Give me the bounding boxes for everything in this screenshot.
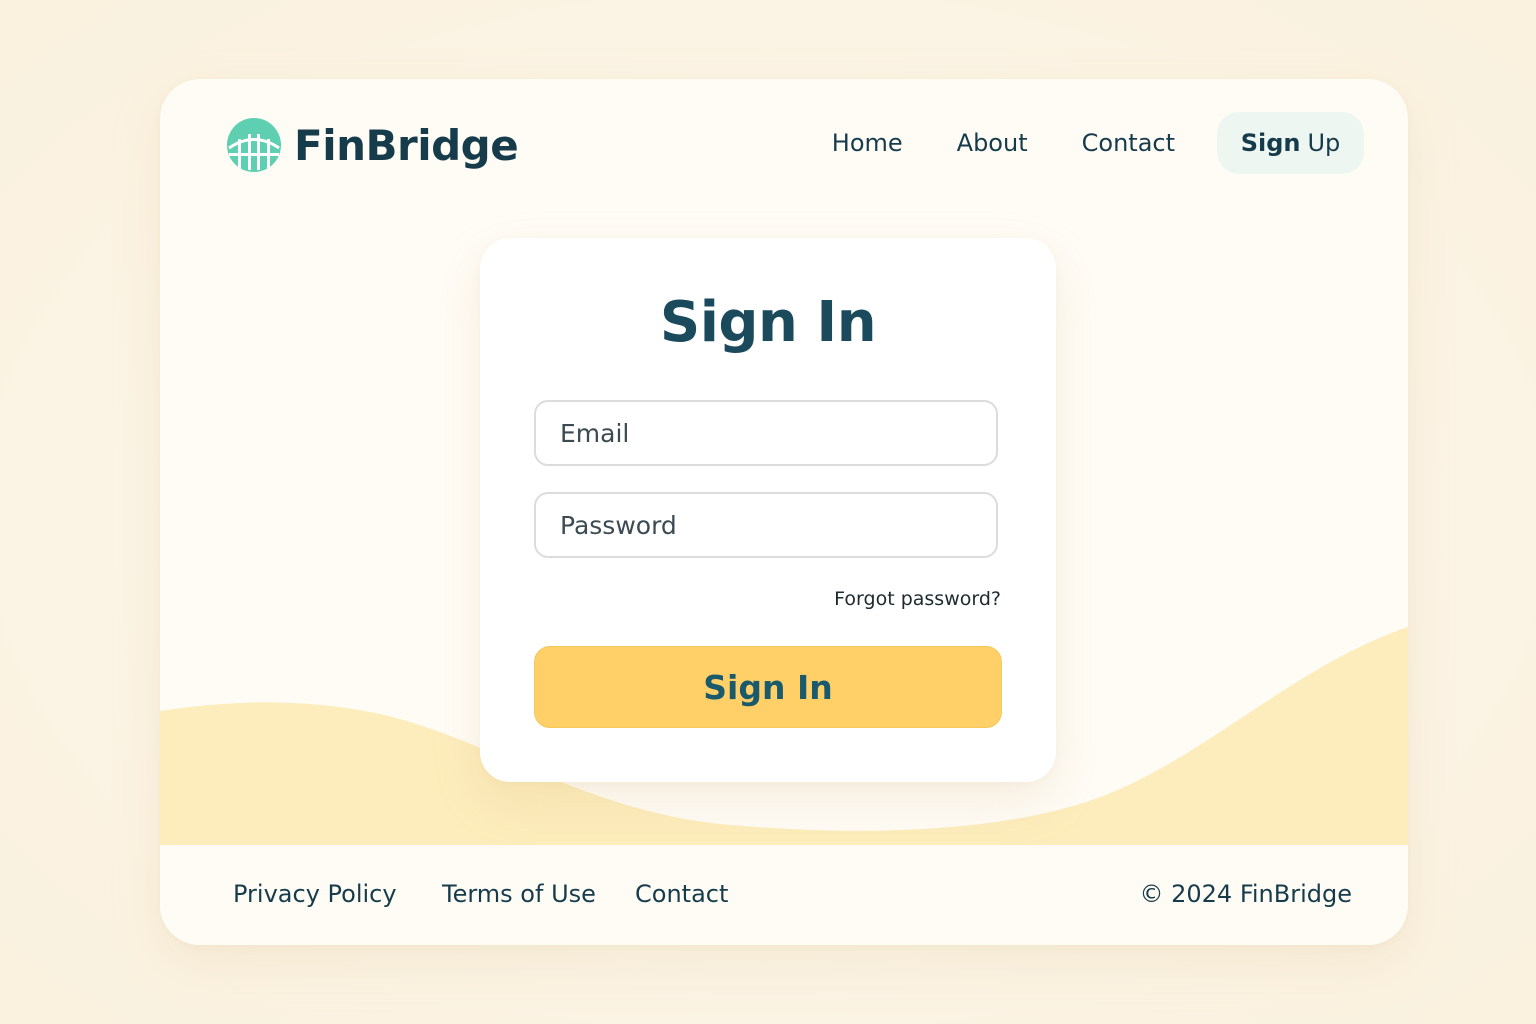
sign-up-label-thin: Up (1307, 129, 1341, 157)
forgot-password-link[interactable]: Forgot password? (834, 588, 1001, 610)
sign-in-card: Sign In Forgot password? Sign In (480, 238, 1056, 782)
main-nav: Home About Contact Sign Up (832, 112, 1364, 174)
bridge-icon (227, 118, 281, 172)
footer-contact-link[interactable]: Contact (635, 880, 728, 908)
site-header: FinBridge Home About Contact Sign Up (160, 79, 1408, 209)
copyright-text: © 2024 FinBridge (1139, 880, 1352, 908)
site-footer: Privacy Policy Terms of Use Contact © 20… (160, 845, 1408, 945)
sign-up-label-bold: Sign (1240, 129, 1301, 157)
email-field[interactable] (534, 400, 998, 466)
app-frame: FinBridge Home About Contact Sign Up Sig… (160, 79, 1408, 945)
brand-name: FinBridge (294, 120, 519, 170)
nav-about-link[interactable]: About (957, 129, 1028, 157)
sign-in-button[interactable]: Sign In (534, 646, 1002, 728)
password-field[interactable] (534, 492, 998, 558)
sign-up-button[interactable]: Sign Up (1217, 112, 1364, 174)
sign-in-title: Sign In (659, 290, 877, 355)
footer-privacy-link[interactable]: Privacy Policy (233, 880, 397, 908)
footer-terms-link[interactable]: Terms of Use (442, 880, 596, 908)
brand-logo[interactable]: FinBridge (226, 117, 519, 173)
nav-contact-link[interactable]: Contact (1082, 129, 1175, 157)
nav-home-link[interactable]: Home (832, 129, 903, 157)
